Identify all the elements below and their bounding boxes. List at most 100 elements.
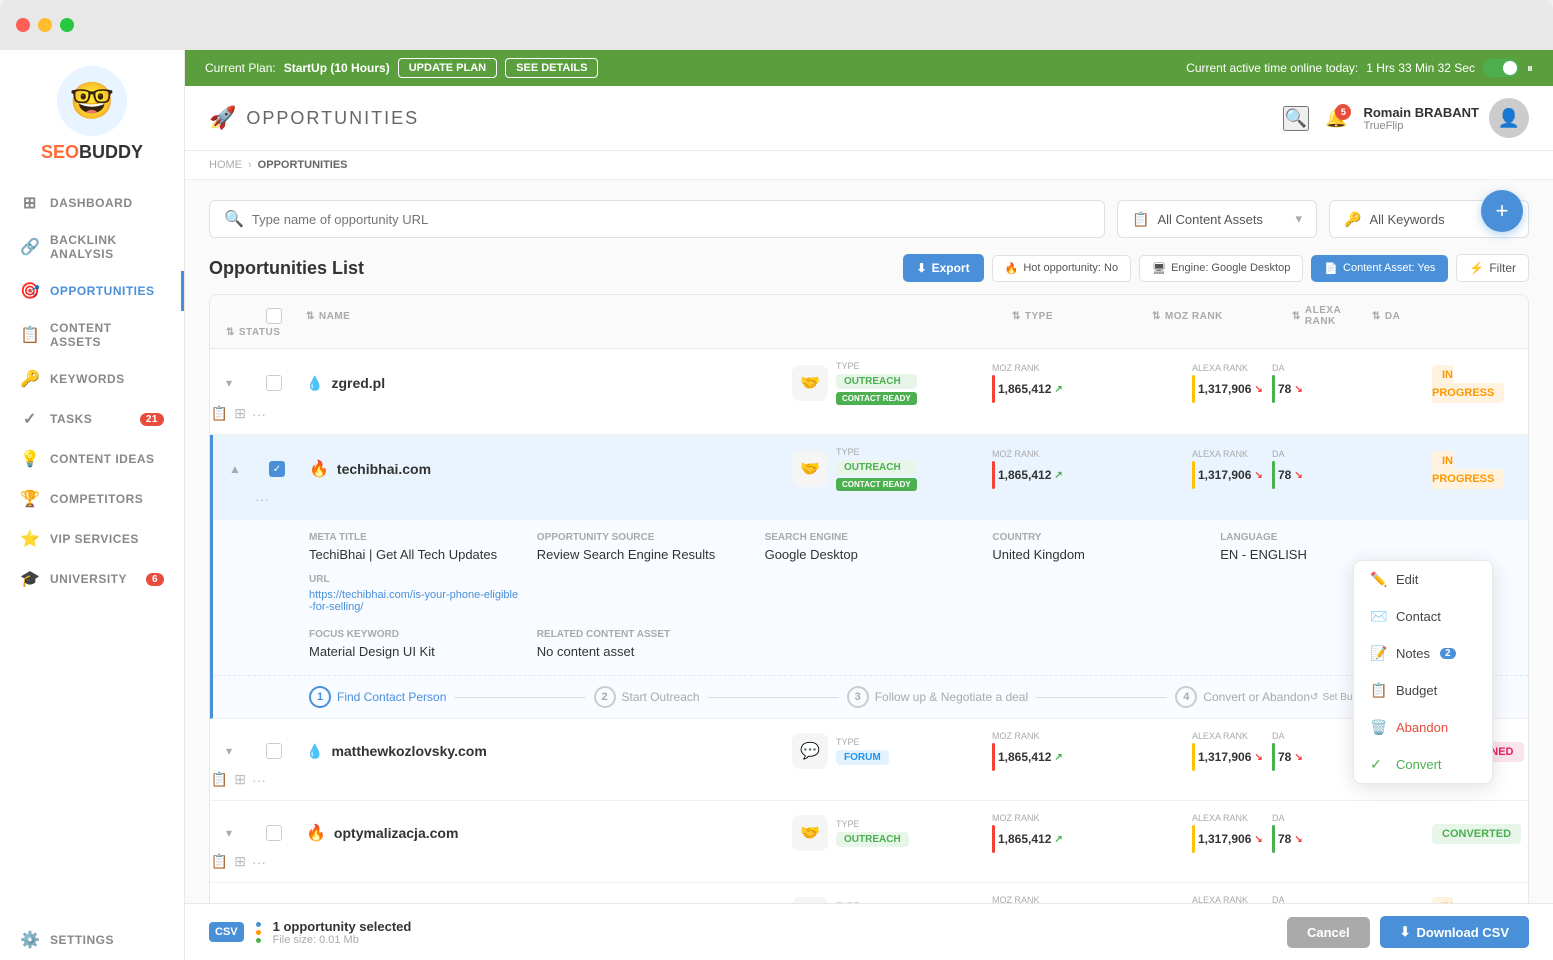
col-header-mozrank: ⇅ MOZ RANK — [1152, 311, 1292, 322]
engine-filter[interactable]: 🖥 Engine: Google Desktop — [1139, 255, 1303, 282]
row-checkbox[interactable] — [266, 743, 282, 759]
expand-button[interactable]: ▾ — [226, 826, 266, 840]
da-bar — [1272, 825, 1275, 853]
content-assets-dropdown[interactable]: 📋 All Content Assets ▾ — [1117, 200, 1317, 238]
list-actions: ⬇ Export 🔥 Hot opportunity: No 🖥 Engine:… — [903, 254, 1529, 282]
export-button[interactable]: ⬇ Export — [903, 254, 984, 282]
sidebar-item-settings[interactable]: ⚙️ SETTINGS — [0, 920, 184, 960]
bottom-bar: CSV 1 opportunity selected File size: 0.… — [185, 903, 1553, 960]
note-action-button[interactable]: 📋 — [211, 853, 228, 870]
alexa-bar — [1192, 461, 1195, 489]
bookmark-action-button[interactable]: ⊞ — [234, 405, 246, 422]
search-engine-value: Google Desktop — [765, 547, 977, 562]
tasks-badge: 21 — [140, 413, 164, 426]
row-checkbox[interactable] — [266, 375, 282, 391]
sidebar-item-vip[interactable]: ⭐ VIP SERVICES — [0, 519, 184, 559]
opp-name: 💧 matthewkozlovsky.com — [306, 743, 792, 760]
see-details-button[interactable]: SEE DETAILS — [505, 58, 598, 78]
expand-button[interactable]: ▾ — [226, 744, 266, 758]
more-action-button[interactable]: ··· — [255, 491, 269, 507]
arrow-down-icon: ↘ — [1294, 470, 1302, 481]
active-toggle[interactable] — [1483, 59, 1519, 77]
step-label: Follow up & Negotiate a deal — [875, 690, 1028, 704]
opp-source-value: Review Search Engine Results — [537, 547, 749, 562]
update-plan-button[interactable]: UPDATE PLAN — [398, 58, 497, 78]
user-avatar[interactable]: 👤 — [1489, 98, 1529, 138]
competitors-icon: 🏆 — [20, 489, 40, 509]
page-icon: 🚀 — [209, 105, 236, 131]
type-badge-wrap: TYPE BLOG — [836, 901, 881, 903]
country-detail: COUNTRY United Kingdom — [992, 532, 1204, 613]
more-action-button[interactable]: ··· — [252, 772, 266, 788]
expand-button[interactable]: ▲ — [229, 462, 269, 476]
row-checkbox[interactable]: ✓ — [269, 461, 285, 477]
col-header-da: ⇅ DA — [1372, 311, 1512, 322]
content-asset-filter[interactable]: 📄 Content Asset: Yes — [1311, 255, 1448, 282]
sidebar-item-competitors[interactable]: 🏆 COMPETITORS — [0, 479, 184, 519]
row-main: ▲ ✓ 🔥 techibhai.com 🤝 TYPE OUTREACH CONT… — [213, 435, 1528, 519]
alexa-rank-cell: ALEXA RANK 1,317,906 ↘ — [1192, 363, 1272, 403]
search-input[interactable] — [252, 212, 1090, 227]
bookmark-action-button[interactable]: ⊞ — [234, 771, 246, 788]
page-title: OPPORTUNITIES — [246, 108, 419, 129]
type-label: TYPE — [836, 361, 917, 371]
opp-name: 🔥 techibhai.com — [309, 459, 792, 479]
expand-button[interactable]: ▾ — [226, 376, 266, 390]
step-2[interactable]: 2 Start Outreach — [594, 686, 700, 708]
bookmark-action-button[interactable]: ⊞ — [234, 853, 246, 870]
search-button[interactable]: 🔍 — [1283, 106, 1309, 131]
context-contact[interactable]: ✉️ Contact — [1354, 598, 1492, 635]
moz-bar — [992, 743, 995, 771]
contact-icon: ✉️ — [1370, 608, 1386, 625]
sidebar-item-content-ideas[interactable]: 💡 CONTENT IDEAS — [0, 439, 184, 479]
cancel-button[interactable]: Cancel — [1287, 917, 1370, 948]
sidebar-item-content-assets[interactable]: 📋 CONTENT ASSETS — [0, 311, 184, 359]
row-actions: ··· — [229, 491, 269, 507]
sidebar-item-dashboard[interactable]: ⊞ DASHBOARD — [0, 183, 184, 223]
bottom-text: 1 opportunity selected File size: 0.01 M… — [273, 919, 412, 946]
hot-opportunity-filter[interactable]: 🔥 Hot opportunity: No — [992, 255, 1131, 282]
maximize-button[interactable] — [60, 18, 74, 32]
sidebar-item-opportunities[interactable]: 🎯 OPPORTUNITIES — [0, 271, 184, 311]
alexa-bar — [1192, 375, 1195, 403]
sidebar-item-tasks[interactable]: ✓ TASKS 21 — [0, 399, 184, 439]
sidebar-item-keywords[interactable]: 🔑 KEYWORDS — [0, 359, 184, 399]
notifications-button[interactable]: 🔔 5 — [1325, 108, 1347, 129]
plan-name: StartUp (10 Hours) — [284, 61, 390, 75]
status-cell: IN PROGRESS — [1432, 897, 1512, 903]
filter-button[interactable]: ⚡ Filter — [1456, 254, 1529, 282]
note-action-button[interactable]: 📋 — [211, 405, 228, 422]
context-budget[interactable]: 📋 Budget — [1354, 672, 1492, 709]
step-3[interactable]: 3 Follow up & Negotiate a deal — [847, 686, 1028, 708]
note-action-button[interactable]: 📋 — [211, 771, 228, 788]
content-assets-icon: 📋 — [20, 325, 40, 345]
sidebar-item-backlink[interactable]: 🔗 BACKLINK ANALYSIS — [0, 223, 184, 271]
list-header: Opportunities List ⬇ Export 🔥 Hot opport… — [209, 254, 1529, 282]
sidebar-item-university[interactable]: 🎓 UNIVERSITY 6 — [0, 559, 184, 599]
sidebar-item-label: DASHBOARD — [50, 196, 133, 210]
breadcrumb-home[interactable]: HOME — [209, 159, 242, 171]
row-main: ▾ 🔥 optymalizacja.com 🤝 TYPE OUTREACH — [210, 801, 1528, 882]
col-header-status: ⇅ STATUS — [226, 327, 266, 338]
main-content: Current Plan: StartUp (10 Hours) UPDATE … — [185, 50, 1553, 960]
step-4[interactable]: 4 Convert or Abandon — [1175, 686, 1310, 708]
minimize-button[interactable] — [38, 18, 52, 32]
type-icon: 🤝 — [792, 451, 828, 487]
context-notes[interactable]: 📝 Notes 2 — [1354, 635, 1492, 672]
close-button[interactable] — [16, 18, 30, 32]
row-checkbox[interactable] — [266, 825, 282, 841]
step-1[interactable]: 1 Find Contact Person — [309, 686, 446, 708]
context-convert[interactable]: ✓ Convert — [1354, 746, 1492, 783]
dashboard-icon: ⊞ — [20, 193, 40, 213]
breadcrumb-current: OPPORTUNITIES — [258, 159, 348, 171]
da-bar — [1272, 461, 1275, 489]
context-edit[interactable]: ✏️ Edit — [1354, 561, 1492, 598]
more-action-button[interactable]: ··· — [252, 854, 266, 870]
download-csv-button[interactable]: ⬇ Download CSV — [1380, 916, 1529, 948]
table-row: ▾ 🔥 optymalizacja.com 🤝 TYPE OUTREACH — [210, 801, 1528, 883]
select-all-checkbox[interactable] — [266, 308, 282, 324]
more-action-button[interactable]: ··· — [252, 406, 266, 422]
add-fab-button[interactable]: + — [1481, 190, 1523, 232]
related-content-value: No content asset — [537, 644, 749, 659]
context-abandon[interactable]: 🗑️ Abandon — [1354, 709, 1492, 746]
